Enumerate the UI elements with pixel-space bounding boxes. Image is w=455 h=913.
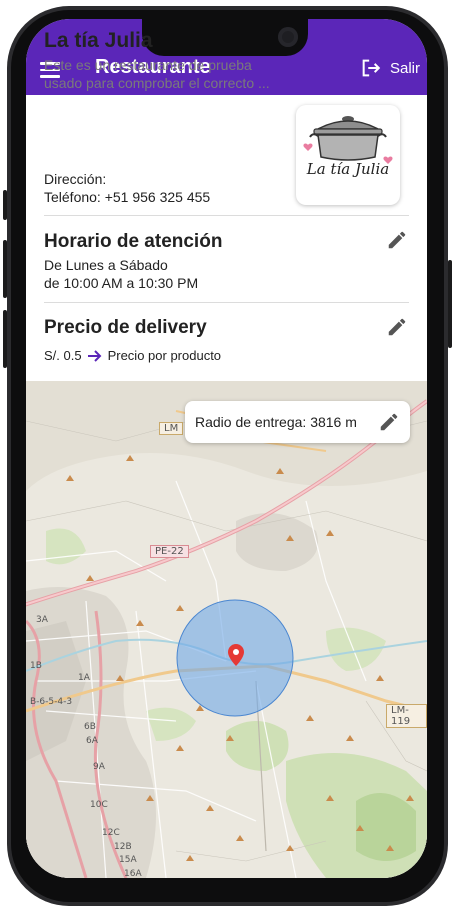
restaurant-name: La tía Julia — [44, 29, 153, 52]
divider — [44, 215, 409, 216]
delivery-price: S/. 0.5 — [44, 348, 82, 363]
delivery-radius-label: Radio de entrega: 3816 m — [195, 414, 357, 430]
restaurant-logo[interactable] — [296, 105, 400, 205]
restaurant-phone: Teléfono: +51 956 325 455 — [44, 189, 211, 205]
schedule-title: Horario de atención — [44, 231, 223, 252]
road-label: 10C — [90, 800, 108, 810]
logo-text: La tía Julia — [306, 160, 390, 178]
road-label: 12B — [114, 842, 132, 852]
restaurant-description-line1: Este es un restaurante de prueba — [44, 57, 252, 73]
road-label: 9A — [93, 762, 105, 772]
phone-mute-switch — [3, 190, 7, 220]
phone-notch — [142, 19, 308, 56]
location-pin-icon[interactable] — [228, 644, 244, 666]
edit-radius-button[interactable] — [378, 411, 400, 433]
road-label: B-6-5-4-3 — [30, 697, 73, 707]
pencil-icon — [388, 318, 406, 336]
road-label: 6A — [86, 736, 98, 746]
divider — [44, 302, 409, 303]
delivery-price-row: S/. 0.5 Precio por producto — [44, 348, 221, 363]
pot-logo-icon — [303, 116, 393, 164]
road-label: LM — [159, 422, 184, 435]
schedule-hours: de 10:00 AM a 10:30 PM — [44, 275, 199, 291]
delivery-price-note: Precio por producto — [107, 348, 222, 363]
road-label: 3A — [36, 615, 48, 625]
pencil-icon — [380, 413, 398, 431]
road-label: 12C — [102, 828, 120, 838]
delivery-title: Precio de delivery — [44, 317, 207, 338]
front-camera — [278, 27, 298, 47]
road-label: 1A — [78, 673, 90, 683]
map-view[interactable]: LM PE-22 LM-119 3A 1B 1A B-6-5-4-3 6B 6A… — [26, 381, 427, 878]
pencil-icon — [388, 231, 406, 249]
phone-volume-down — [3, 310, 7, 368]
logout-icon — [362, 59, 381, 77]
logout-button[interactable]: Salir — [360, 57, 420, 79]
phone-power-button — [448, 260, 452, 348]
phone-screen: Restaurante Salir La tía Julia Este es u… — [26, 19, 427, 878]
logout-label: Salir — [390, 59, 421, 77]
road-label: 16A — [124, 869, 142, 878]
road-label: 1B — [30, 661, 42, 671]
phone-volume-up — [3, 240, 7, 298]
schedule-days: De Lunes a Sábado — [44, 257, 168, 273]
road-label: LM-119 — [386, 704, 427, 728]
edit-delivery-button[interactable] — [386, 316, 408, 338]
edit-schedule-button[interactable] — [386, 229, 408, 251]
restaurant-description: Este es un restaurante de prueba usado p… — [44, 56, 292, 92]
arrow-right-icon — [87, 349, 101, 362]
restaurant-description-line2: usado para comprobar el correcto ... — [44, 75, 270, 91]
map-canvas — [26, 381, 427, 878]
restaurant-address: Dirección: — [44, 171, 107, 187]
road-label: 15A — [119, 855, 137, 865]
road-label: PE-22 — [150, 545, 189, 558]
road-label: 6B — [84, 722, 96, 732]
